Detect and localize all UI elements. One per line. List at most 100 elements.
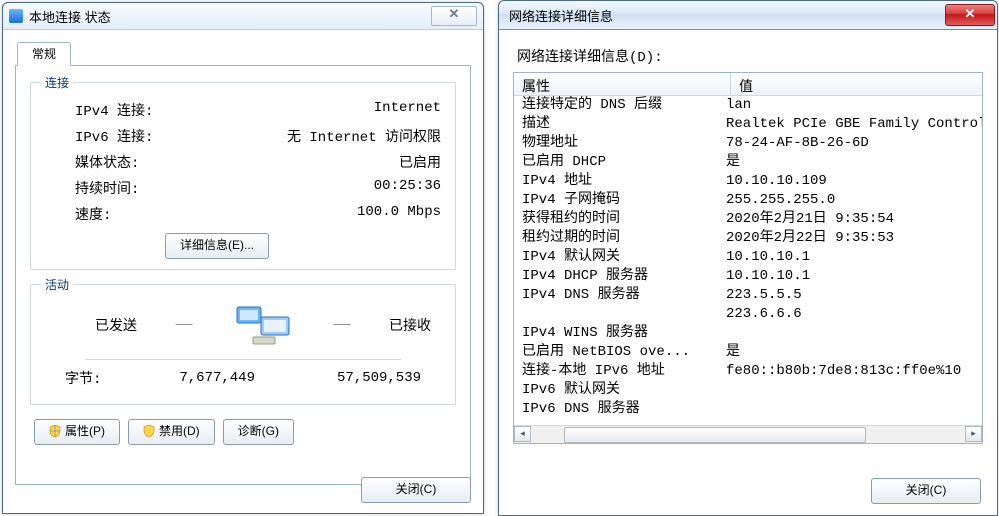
list-item[interactable]: 描述Realtek PCIe GBE Family Control: [514, 115, 982, 134]
network-details-dialog: 网络连接详细信息 ✕ 网络连接详细信息(D): 属性 值 连接特定的 DNS 后…: [498, 0, 998, 516]
list-item[interactable]: 获得租约的时间2020年2月21日 9:35:54: [514, 210, 982, 229]
list-item[interactable]: IPv6 DNS 服务器: [514, 400, 982, 419]
list-item[interactable]: 已启用 DHCP是: [514, 153, 982, 172]
tab-general[interactable]: 常规: [17, 42, 71, 66]
status-title: 本地连接 状态: [29, 7, 111, 26]
shield-icon: [49, 422, 61, 434]
value-cell: 78-24-AF-8B-26-6D: [722, 134, 982, 153]
ipv6-conn-label: IPv6 连接:: [75, 126, 153, 146]
connection-group: 连接 IPv4 连接: Internet IPv6 连接: 无 Internet…: [30, 82, 456, 270]
activity-group: 活动 已发送 —— —— 已接收: [30, 284, 456, 405]
speed-value: 100.0 Mbps: [357, 204, 441, 224]
scroll-left-button[interactable]: ◂: [514, 426, 531, 442]
duration-label: 持续时间:: [75, 178, 139, 198]
network-icon: [9, 9, 23, 23]
list-item[interactable]: IPv4 DHCP 服务器10.10.10.1: [514, 267, 982, 286]
value-cell: [722, 400, 982, 419]
details-titlebar[interactable]: 网络连接详细信息 ✕: [499, 1, 997, 30]
prop-cell: 已启用 NetBIOS ove...: [514, 343, 722, 362]
diagnose-button[interactable]: 诊断(G): [223, 419, 294, 445]
listview-header[interactable]: 属性 值: [514, 73, 982, 96]
properties-button[interactable]: 属性(P): [34, 419, 120, 445]
value-cell: 2020年2月22日 9:35:53: [722, 229, 982, 248]
prop-cell: IPv6 默认网关: [514, 381, 722, 400]
prop-cell: IPv4 默认网关: [514, 248, 722, 267]
value-cell: 10.10.10.1: [722, 248, 982, 267]
prop-cell: IPv4 DNS 服务器: [514, 286, 722, 305]
list-item[interactable]: 223.6.6.6: [514, 305, 982, 324]
prop-cell: 已启用 DHCP: [514, 153, 722, 172]
scroll-right-button[interactable]: ▸: [965, 426, 982, 442]
prop-cell: 连接-本地 IPv6 地址: [514, 362, 722, 381]
recv-label: 已接收: [389, 315, 431, 335]
tab-body: 连接 IPv4 连接: Internet IPv6 连接: 无 Internet…: [15, 66, 471, 485]
list-item[interactable]: IPv4 WINS 服务器: [514, 324, 982, 343]
col-property[interactable]: 属性: [514, 73, 731, 95]
prop-cell: [514, 305, 722, 324]
disable-button[interactable]: 禁用(D): [128, 419, 215, 445]
close-button[interactable]: 关闭(C): [361, 477, 471, 503]
value-cell: 10.10.10.1: [722, 267, 982, 286]
bytes-sent-value: 7,677,449: [135, 370, 255, 386]
value-cell: 223.6.6.6: [722, 305, 982, 324]
list-item[interactable]: 物理地址78-24-AF-8B-26-6D: [514, 134, 982, 153]
sent-label: 已发送: [95, 315, 137, 335]
value-cell: 是: [722, 153, 982, 172]
list-item[interactable]: 连接特定的 DNS 后缀lan: [514, 96, 982, 115]
prop-cell: 连接特定的 DNS 后缀: [514, 96, 722, 115]
details-title: 网络连接详细信息: [509, 6, 613, 25]
prop-cell: IPv4 子网掩码: [514, 191, 722, 210]
tab-strip: 常规: [15, 40, 471, 66]
horizontal-scrollbar[interactable]: ◂ ▸: [514, 425, 982, 443]
local-connection-status-dialog: 本地连接 状态 ✕ 常规 连接 IPv4 连接: Internet IPv6 连…: [2, 2, 484, 514]
list-item[interactable]: 已启用 NetBIOS ove...是: [514, 343, 982, 362]
list-item[interactable]: IPv4 地址10.10.10.109: [514, 172, 982, 191]
ipv4-conn-label: IPv4 连接:: [75, 100, 153, 120]
speed-label: 速度:: [75, 204, 111, 224]
prop-cell: 描述: [514, 115, 722, 134]
prop-cell: 物理地址: [514, 134, 722, 153]
value-cell: Realtek PCIe GBE Family Control: [722, 115, 982, 134]
scroll-thumb[interactable]: [564, 427, 866, 443]
action-buttons: 属性(P) 禁用(D) 诊断(G): [30, 419, 456, 445]
prop-cell: 租约过期的时间: [514, 229, 722, 248]
ipv6-conn-value: 无 Internet 访问权限: [287, 126, 441, 146]
list-item[interactable]: 租约过期的时间2020年2月22日 9:35:53: [514, 229, 982, 248]
two-computers-icon: [231, 301, 295, 349]
prop-cell: IPv4 地址: [514, 172, 722, 191]
value-cell: [722, 324, 982, 343]
value-cell: 223.5.5.5: [722, 286, 982, 305]
duration-value: 00:25:36: [374, 178, 441, 198]
close-icon[interactable]: ✕: [945, 4, 995, 26]
value-cell: lan: [722, 96, 982, 115]
details-heading: 网络连接详细信息(D):: [517, 46, 983, 66]
value-cell: fe80::b80b:7de8:813c:ff0e%10: [722, 362, 982, 381]
value-cell: [722, 381, 982, 400]
list-item[interactable]: IPv4 DNS 服务器223.5.5.5: [514, 286, 982, 305]
shield-icon: [143, 422, 155, 434]
ipv4-conn-value: Internet: [374, 100, 441, 120]
list-item[interactable]: IPv4 子网掩码255.255.255.0: [514, 191, 982, 210]
activity-legend: 活动: [41, 276, 73, 293]
close-icon[interactable]: ✕: [431, 6, 477, 26]
prop-cell: 获得租约的时间: [514, 210, 722, 229]
details-close-button[interactable]: 关闭(C): [871, 478, 981, 504]
details-listview: 属性 值 连接特定的 DNS 后缀lan描述Realtek PCIe GBE F…: [513, 72, 983, 444]
value-cell: 是: [722, 343, 982, 362]
prop-cell: IPv4 WINS 服务器: [514, 324, 722, 343]
connection-legend: 连接: [41, 74, 73, 91]
value-cell: 10.10.10.109: [722, 172, 982, 191]
list-item[interactable]: 连接-本地 IPv6 地址fe80::b80b:7de8:813c:ff0e%1…: [514, 362, 982, 381]
media-state-value: 已启用: [399, 152, 441, 172]
details-button[interactable]: 详细信息(E)...: [165, 233, 269, 259]
bytes-recv-value: 57,509,539: [301, 370, 421, 386]
status-titlebar[interactable]: 本地连接 状态 ✕: [3, 3, 483, 30]
value-cell: 255.255.255.0: [722, 191, 982, 210]
list-item[interactable]: IPv6 默认网关: [514, 381, 982, 400]
prop-cell: IPv4 DHCP 服务器: [514, 267, 722, 286]
list-item[interactable]: IPv4 默认网关10.10.10.1: [514, 248, 982, 267]
listview-rows: 连接特定的 DNS 后缀lan描述Realtek PCIe GBE Family…: [514, 96, 982, 425]
prop-cell: IPv6 DNS 服务器: [514, 400, 722, 419]
col-value[interactable]: 值: [731, 73, 982, 95]
value-cell: 2020年2月21日 9:35:54: [722, 210, 982, 229]
